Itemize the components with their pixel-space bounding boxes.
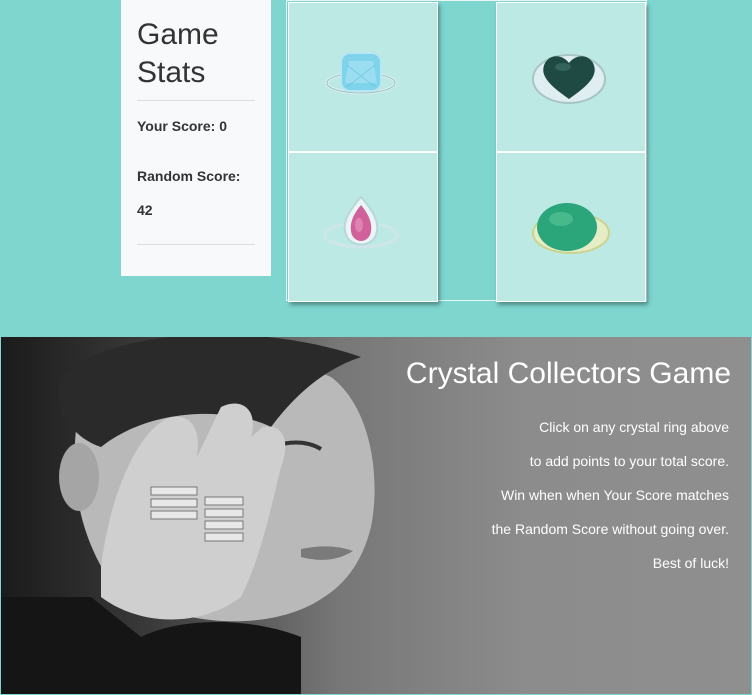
game-stats-panel: Game Stats Your Score: 0 Random Score: 4… bbox=[121, 0, 271, 276]
stats-divider-top bbox=[137, 100, 255, 101]
banner-line-4: the Random Score without going over. bbox=[491, 521, 729, 537]
ring-button-heart[interactable] bbox=[496, 2, 646, 152]
banner-line-5: Best of luck! bbox=[652, 555, 729, 571]
model-photo bbox=[1, 337, 375, 694]
stats-divider-bottom bbox=[137, 244, 255, 245]
heart-ring-icon bbox=[532, 54, 606, 104]
game-banner: Crystal Collectors Game Click on any cry… bbox=[0, 336, 752, 695]
ring-button-aquamarine[interactable] bbox=[288, 2, 438, 152]
pink-pear-ring-icon bbox=[323, 195, 399, 249]
random-score-label: Random Score: bbox=[137, 168, 241, 184]
aquamarine-ring-icon bbox=[325, 52, 397, 95]
your-score: Your Score: 0 bbox=[137, 118, 227, 134]
random-score-value: 42 bbox=[137, 202, 153, 218]
ring-button-pink-pear[interactable] bbox=[288, 152, 438, 302]
green-oval-ring-icon bbox=[532, 203, 610, 254]
ring-button-green-oval[interactable] bbox=[496, 152, 646, 302]
crystal-ring-grid bbox=[286, 0, 647, 302]
banner-line-3: Win when when Your Score matches bbox=[500, 487, 729, 503]
stats-title: Game Stats bbox=[137, 18, 219, 89]
banner-title: Crystal Collectors Game bbox=[405, 357, 731, 390]
banner-line-1: Click on any crystal ring above bbox=[539, 419, 729, 435]
banner-line-2: to add points to your total score. bbox=[529, 453, 729, 469]
